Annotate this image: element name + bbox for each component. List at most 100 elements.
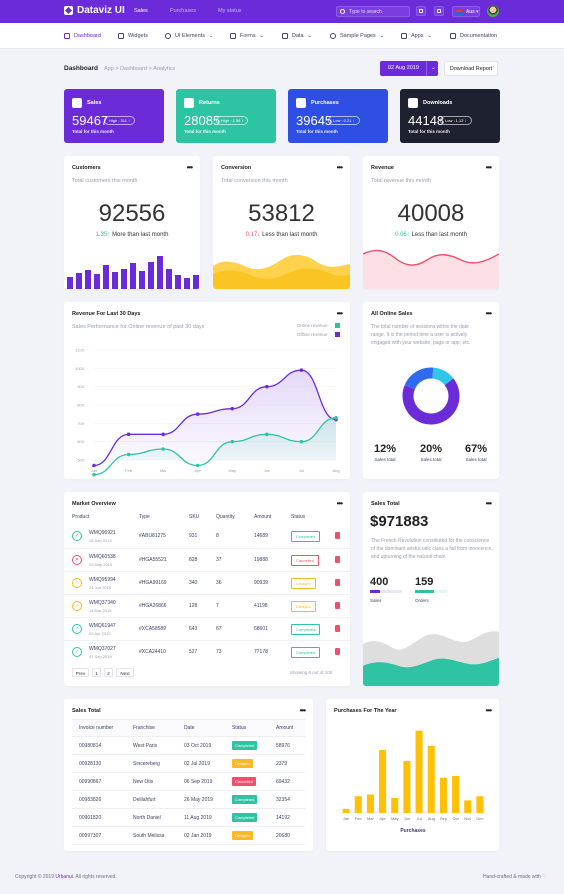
chevron-down-icon: ⌄: [427, 33, 432, 39]
breadcrumb-dashboard[interactable]: Dashboard: [120, 66, 147, 72]
table-row: ○ WMQ95994 24 Jun 2019 #HGA99169 340 36 …: [64, 571, 350, 593]
invoice-card: Sales Total ••• Invoice number Franchise…: [64, 699, 313, 851]
stat-foot: Total for this month: [296, 129, 338, 134]
notification-button[interactable]: [416, 6, 426, 16]
status-badge: Completed: [291, 647, 321, 658]
data-point: [161, 447, 165, 451]
product-date: 07 Sep 2019: [89, 654, 112, 659]
legend-swatch-offline: [335, 332, 340, 337]
search-icon: [340, 9, 345, 14]
topnav-my-status[interactable]: My status: [218, 8, 242, 14]
more-icon[interactable]: •••: [300, 706, 306, 715]
sales-progress: [370, 590, 402, 593]
product-date: 16 Sep 2019: [89, 538, 112, 543]
kpi-value: 92556: [98, 200, 166, 227]
logo-icon: [64, 6, 73, 15]
product-date: 24 Jun 2019: [89, 585, 112, 590]
message-button[interactable]: [434, 6, 444, 16]
subnav-widgets[interactable]: Widgets: [118, 33, 148, 39]
kpi-change: 0.06↑ Less than last month: [363, 231, 499, 238]
online-sales-card: All Online Sales ••• The total number of…: [363, 302, 499, 479]
trash-icon[interactable]: [335, 602, 340, 609]
avatar[interactable]: [487, 5, 499, 17]
brand[interactable]: Dataviz UI: [64, 5, 125, 16]
footer-brand-link[interactable]: Urbanui: [55, 874, 73, 880]
subnav-forms[interactable]: Forms ⌄: [230, 33, 264, 39]
more-icon[interactable]: •••: [486, 706, 492, 715]
x-tick-label: Mar: [367, 816, 375, 821]
stat-pill: High : 311 ↑: [104, 116, 136, 125]
page-title: Dashboard: [64, 65, 98, 72]
type-cell: #ABU81275: [139, 533, 166, 539]
page-1-button[interactable]: 1: [92, 668, 101, 677]
invoice-number: 00990867: [79, 779, 102, 785]
legend-swatch-online: [335, 323, 340, 328]
page-2-button[interactable]: 2: [104, 668, 113, 677]
cart-icon: [296, 98, 306, 108]
breadcrumb-app[interactable]: App: [104, 66, 114, 72]
chevron-down-icon[interactable]: ⌄: [426, 61, 438, 76]
topnav-sales[interactable]: Sales: [134, 8, 148, 14]
amount-cell: 68601: [254, 626, 268, 632]
more-icon[interactable]: •••: [337, 499, 343, 508]
date-cell: 02 Jul 2019: [184, 761, 210, 767]
language-selector[interactable]: Aus ▾: [452, 6, 480, 17]
conversion-area-sparkline: [213, 254, 350, 289]
more-icon[interactable]: •••: [486, 163, 492, 172]
x-tick-label: Jul: [299, 468, 304, 473]
date-picker-button[interactable]: 02 Aug 2019 ⌄: [380, 61, 438, 76]
status-badge: Delayed: [232, 831, 253, 840]
customers-card: Customers ••• Total customers this month…: [64, 156, 200, 289]
chevron-down-icon: ⌄: [259, 33, 264, 39]
breadcrumb-analytics: Analytics: [153, 66, 176, 72]
status-badge: Delayed: [291, 601, 316, 612]
amount-cell: 77178: [254, 649, 268, 655]
subnav-dashboard[interactable]: Dashboard: [64, 33, 101, 39]
search-input[interactable]: Type to search: [336, 6, 410, 17]
sku-cell: 931: [189, 533, 198, 539]
status-badge: Completed: [291, 624, 321, 635]
franchise-cell: South Melissa: [133, 833, 165, 839]
subnav-data[interactable]: Data ⌄: [282, 33, 312, 39]
chevron-down-icon: ⌄: [307, 33, 312, 39]
next-page-button[interactable]: Next: [116, 668, 134, 677]
card-subtitle: Total revenue this month: [371, 178, 431, 184]
download-report-button[interactable]: Download Report: [444, 61, 498, 76]
more-icon[interactable]: •••: [337, 163, 343, 172]
more-icon[interactable]: •••: [486, 499, 492, 508]
more-icon[interactable]: •••: [187, 163, 193, 172]
sales-label: Sales: [370, 598, 382, 603]
prev-page-button[interactable]: Prev: [72, 668, 89, 677]
stat-foot: Total for this month: [408, 129, 450, 134]
data-point: [161, 432, 165, 437]
card-title: All Online Sales: [371, 311, 413, 317]
topnav-purchases[interactable]: Purchases: [170, 8, 196, 14]
more-icon[interactable]: •••: [337, 309, 343, 318]
online-stat: 67% Sales total: [460, 443, 492, 462]
subnav-apps[interactable]: Apps ⌄: [401, 33, 432, 39]
subnav-sample-pages[interactable]: Sample Pages ⌄: [330, 33, 384, 39]
date-cell: 11 Aug 2019: [184, 815, 212, 821]
online-sales-description: The total number of sessions within the …: [371, 324, 471, 346]
trash-icon[interactable]: [335, 532, 340, 539]
kpi-percent: 1.35↑: [95, 232, 111, 238]
stat-foot: Total for this month: [72, 129, 114, 134]
amount-cell: 14689: [254, 533, 268, 539]
trash-icon[interactable]: [335, 556, 340, 563]
trash-icon[interactable]: [335, 579, 340, 586]
subnav-documentation[interactable]: Documentation: [450, 33, 497, 39]
data-point: [126, 452, 131, 457]
data-point: [299, 368, 304, 372]
trash-icon[interactable]: [335, 625, 340, 632]
bar: [342, 808, 350, 813]
table-row: 00983826 Delilahfurt 26 May 2019 Complet…: [72, 791, 305, 809]
breadcrumb: App > Dashboard > Analytics: [104, 66, 175, 72]
subnav-ui-elements[interactable]: UI Elements ⌄: [165, 33, 213, 39]
franchise-cell: West Paris: [133, 743, 158, 749]
bar: [366, 794, 374, 813]
x-tick-label: Aug: [428, 816, 435, 821]
sku-cell: 527: [189, 649, 198, 655]
trash-icon[interactable]: [335, 648, 340, 655]
status-badge: Completed: [291, 531, 321, 542]
more-icon[interactable]: •••: [486, 309, 492, 318]
